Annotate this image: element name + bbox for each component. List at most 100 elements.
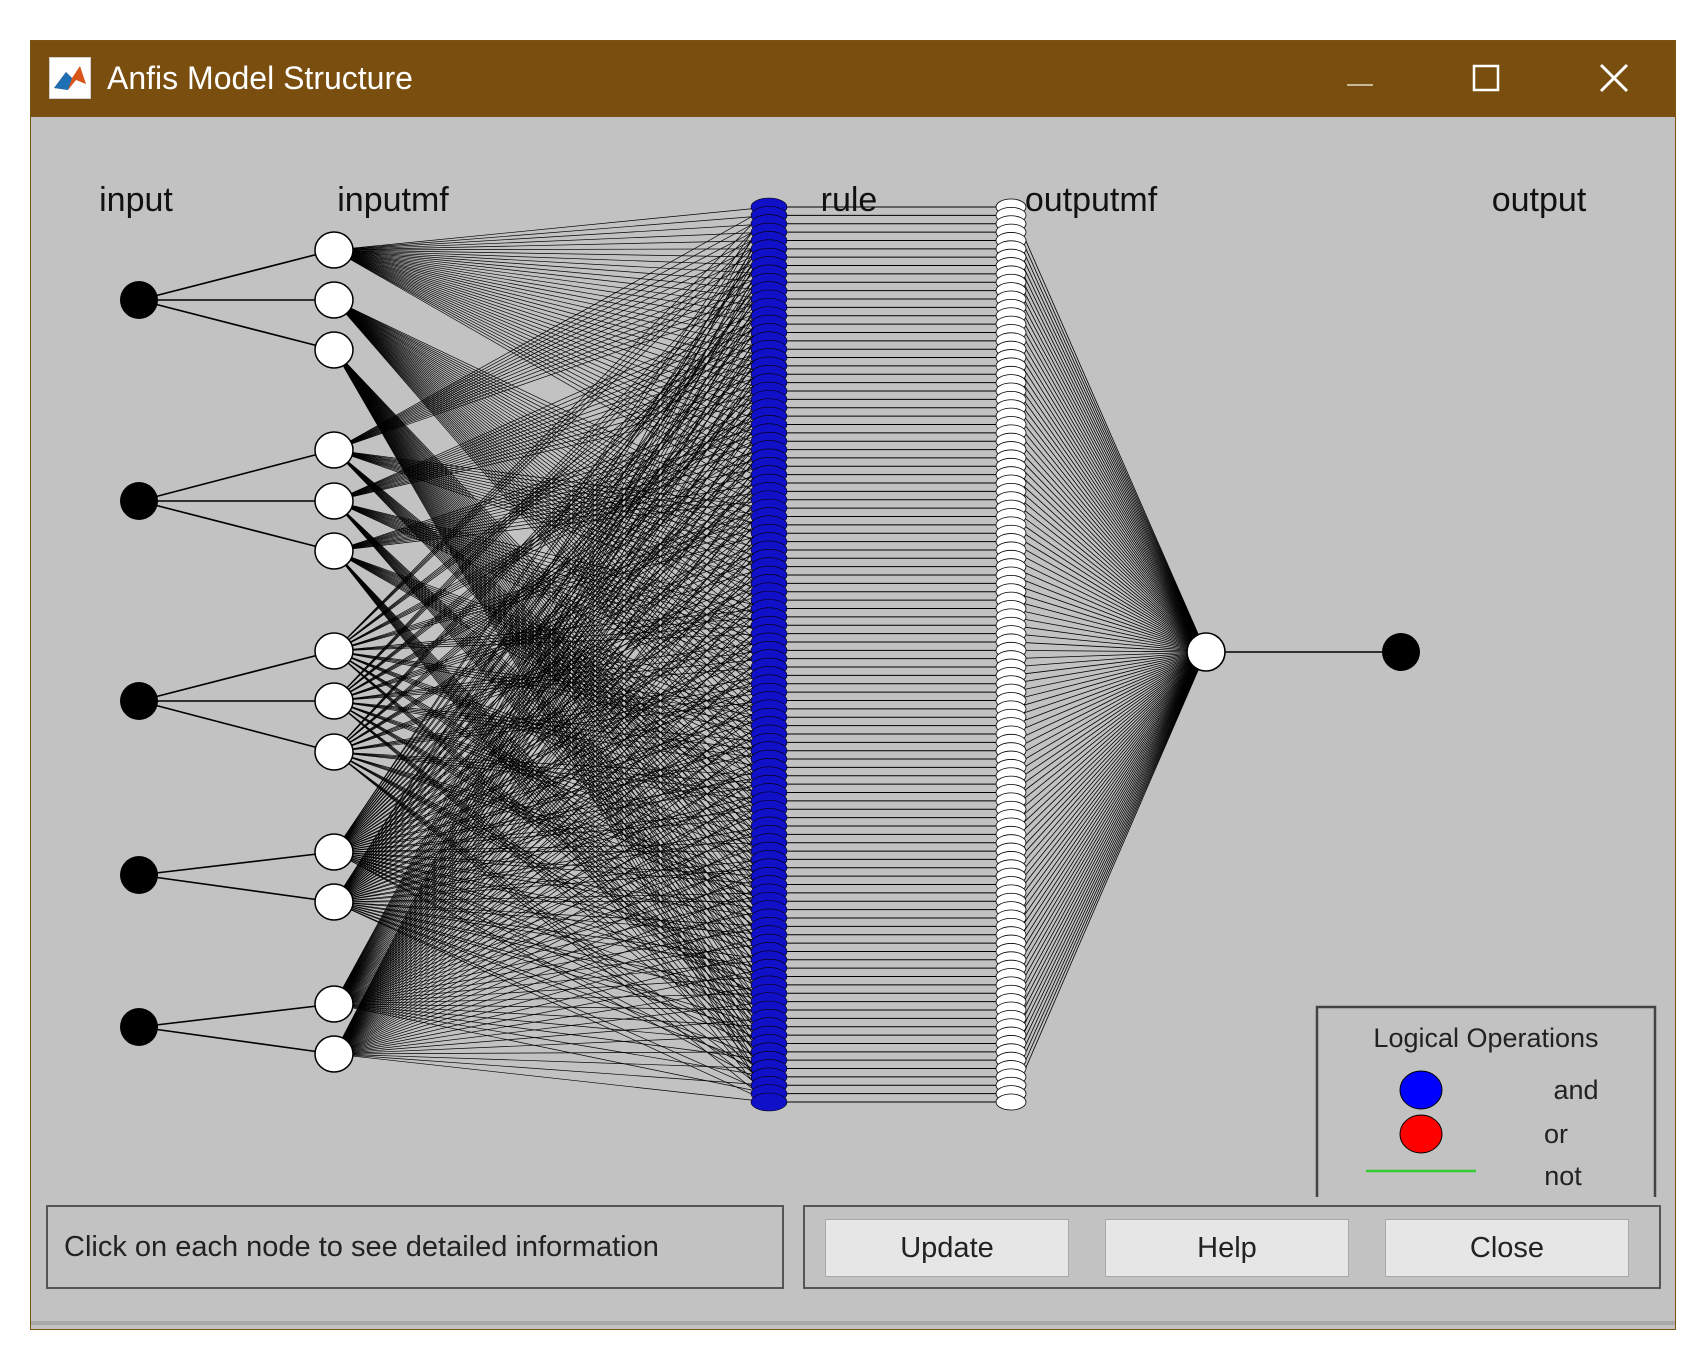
mf-rule-edge [333,215,770,251]
legend-and-swatch [1399,1070,1443,1110]
outputmf-node[interactable] [995,1093,1027,1111]
inputmf-node[interactable] [314,733,354,771]
outmf-output-edge [1010,240,1207,653]
legend-or-label: or [1544,1119,1568,1149]
minimize-button[interactable] [1305,47,1415,109]
close-window-button[interactable] [1559,47,1669,109]
rule-node[interactable] [750,1092,788,1112]
input-mf-edge [138,874,335,903]
mf-rule-edge [333,223,770,251]
input-mf-edge [138,500,335,552]
layer-label-rule: rule [821,181,878,219]
status-box: Click on each node to see detailed infor… [46,1205,784,1289]
outmf-output-edge [1010,415,1207,653]
inputmf-node[interactable] [314,231,354,269]
outmf-output-edge [1010,651,1207,885]
outmf-output-edge [1010,651,1207,994]
layer-label-outputmf: outputmf [1025,181,1158,219]
inputmf-node[interactable] [314,281,354,319]
inputmf-node[interactable] [314,431,354,469]
inputmf-node[interactable] [314,632,354,670]
outmf-output-edge [1010,651,1207,1061]
legend-and-label: and [1553,1075,1598,1105]
input-mf-edge [138,249,335,301]
final-output-node[interactable] [1382,633,1420,671]
mf-rule-edge [333,1053,770,1086]
outmf-output-edge [1010,457,1207,653]
layer-label-inputmf: inputmf [337,181,449,219]
update-button[interactable]: Update [825,1219,1069,1277]
button-panel: Update Help Close [803,1205,1661,1289]
legend-title: Logical Operations [1373,1023,1598,1053]
input-node[interactable] [120,682,158,720]
maximize-button[interactable] [1431,47,1541,109]
outmf-output-edge [1010,516,1207,653]
inputmf-node[interactable] [314,1035,354,1073]
input-node[interactable] [120,482,158,520]
help-button[interactable]: Help [1105,1219,1349,1277]
outmf-output-edge [1010,651,1207,802]
mf-rule-edge [333,1034,770,1055]
input-mf-edge [138,1003,335,1028]
outmf-output-edge [1010,651,1207,1027]
outmf-output-edge [1010,348,1207,653]
legend: Logical Operations and or not [1315,1005,1657,1197]
mf-rule-edge [333,249,770,342]
outmf-output-edge [1010,651,1207,1052]
mf-rule-edge [333,307,770,1005]
input-mf-edge [138,449,335,502]
inputmf-node[interactable] [314,883,354,921]
title-bar[interactable]: Anfis Model Structure [31,41,1675,117]
input-node[interactable] [120,856,158,894]
outmf-output-edge [1010,231,1207,653]
outmf-output-edge [1010,248,1207,653]
outmf-output-edge [1010,651,1207,827]
outmf-output-edge [1010,374,1207,653]
mf-rule-edge [333,248,770,251]
outmf-output-edge [1010,651,1207,919]
layer-label-input: input [99,181,173,219]
inputmf-node[interactable] [314,331,354,369]
outmf-output-edge [1010,651,1207,910]
outmf-output-edge [1010,651,1207,1086]
outmf-output-edge [1010,491,1207,653]
inputmf-node[interactable] [314,482,354,520]
close-button[interactable]: Close [1385,1219,1629,1277]
inputmf-node[interactable] [314,682,354,720]
input-node[interactable] [120,281,158,319]
mf-rule-edge [333,249,770,317]
network-nodes [120,197,1420,1112]
outmf-output-edge [1010,466,1207,653]
maximize-icon [1472,64,1500,92]
outmf-output-edge [1010,432,1207,653]
outmf-output-edge [1010,651,1207,1103]
outmf-output-edge [1010,323,1207,653]
input-mf-edge [138,650,335,702]
output-node[interactable] [1186,632,1226,672]
outmf-output-edge [1010,273,1207,653]
input-mf-edge [138,1026,335,1055]
mf-rule-edge [333,850,770,853]
outmf-output-edge [1010,651,1207,860]
outmf-output-edge [1010,651,1207,852]
anfis-window: Anfis Model Structure input inputmf rule… [30,40,1676,1330]
inputmf-node[interactable] [314,985,354,1023]
close-icon [1599,63,1629,93]
mf-rule-edge [333,249,770,400]
outmf-output-edge [1010,651,1207,986]
minimize-icon [1347,84,1373,86]
outmf-output-edge [1010,651,1207,1002]
matlab-logo-icon [49,57,91,99]
anfis-structure-diagram: input inputmf rule outputmf output Logic… [99,181,1657,1197]
layer-label-output: output [1492,181,1587,219]
input-node[interactable] [120,1008,158,1046]
window-title: Anfis Model Structure [107,60,413,96]
mf-rule-edge [333,834,770,1055]
outmf-output-edge [1010,651,1207,969]
inputmf-node[interactable] [314,532,354,570]
mf-rule-edge [333,240,770,251]
inputmf-node[interactable] [314,833,354,871]
outmf-output-edge [1010,315,1207,653]
mf-rule-edge [333,299,770,676]
mf-rule-edge [333,249,770,375]
